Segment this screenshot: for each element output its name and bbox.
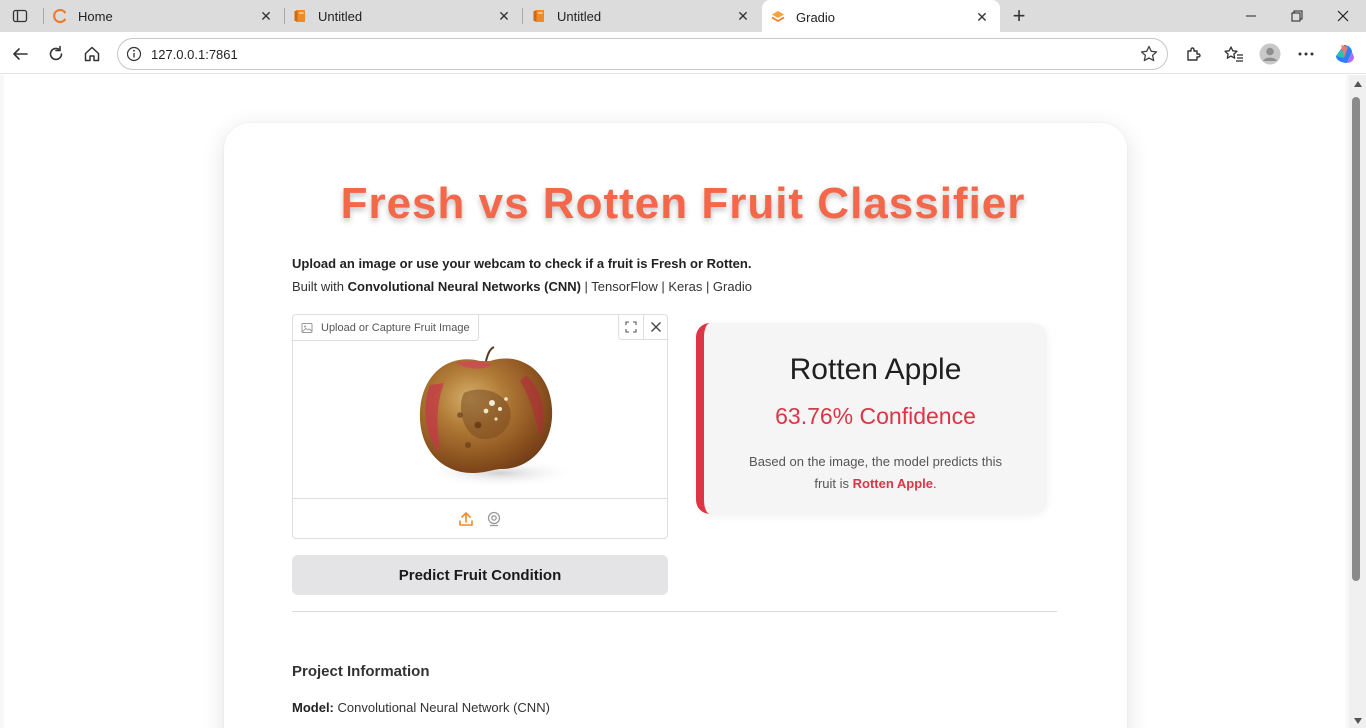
tab-untitled-1[interactable]: Untitled ✕ [284,0,522,32]
gradio-icon [770,9,786,25]
upload-label: Upload or Capture Fruit Image [293,315,479,341]
built-with-suffix: | TensorFlow | Keras | Gradio [580,279,752,294]
extensions-icon[interactable] [1179,40,1207,68]
project-info-heading: Project Information [292,663,430,680]
model-value: Convolutional Neural Network (CNN) [333,700,550,715]
close-icon[interactable]: ✕ [258,8,274,24]
tab-title: Untitled [318,8,363,24]
webcam-icon[interactable] [485,510,503,528]
home-loader-icon [52,8,68,24]
browser-toolbar: 127.0.0.1:7861 [0,34,1366,74]
built-with-line: Built with Convolutional Neural Networks… [292,279,752,294]
tab-title: Home [78,8,113,24]
explanation-highlight: Rotten Apple [852,476,934,491]
page-title: Fresh vs Rotten Fruit Classifier [340,179,1026,228]
copilot-icon[interactable] [1330,40,1358,68]
explanation-suffix: . [933,476,937,491]
tab-title: Gradio [796,9,836,25]
close-icon[interactable]: ✕ [735,8,751,24]
tab-actions-icon[interactable] [8,5,32,27]
url-text[interactable]: 127.0.0.1:7861 [151,47,238,62]
fullscreen-icon[interactable] [619,315,643,339]
more-options-icon[interactable] [1292,40,1320,68]
prediction-label: Rotten Apple [789,353,962,386]
prediction-confidence: 63.76% Confidence [775,403,976,429]
scroll-down-arrow-icon[interactable] [1354,718,1362,724]
clear-image-icon[interactable] [643,315,667,339]
section-divider [292,611,1057,612]
favorites-icon[interactable] [1220,40,1248,68]
upload-source-bar [293,498,667,538]
image-upload-component[interactable]: Upload or Capture Fruit Image [292,314,668,539]
description-line: Upload an image or use your webcam to ch… [292,256,752,271]
new-tab-icon[interactable]: + [1006,3,1032,29]
built-with-cnn: Convolutional Neural Networks (CNN) [347,279,581,294]
tab-untitled-2[interactable]: Untitled ✕ [523,0,761,32]
prediction-result-card: Rotten Apple 63.76% Confidence Based on … [696,323,1047,514]
upload-label-text: Upload or Capture Fruit Image [321,321,470,334]
notebook-icon [531,8,547,24]
window-close-icon[interactable] [1320,0,1366,32]
upload-icon[interactable] [457,510,475,528]
profile-avatar-icon[interactable] [1256,40,1284,68]
vertical-scrollbar[interactable] [1349,75,1366,728]
notebook-icon [292,8,308,24]
back-arrow-icon[interactable] [6,40,34,68]
minimize-icon[interactable] [1228,0,1274,32]
image-actions [618,315,667,340]
prediction-explanation: Based on the image, the model predicts t… [740,451,1011,495]
scrollbar-thumb[interactable] [1352,97,1360,581]
built-with-prefix: Built with [292,279,348,294]
page-viewport: Fresh vs Rotten Fruit Classifier Upload … [0,75,1366,728]
close-icon[interactable]: ✕ [496,8,512,24]
predict-button[interactable]: Predict Fruit Condition [292,555,668,595]
site-info-icon[interactable] [126,46,142,62]
tab-strip: Home ✕ Untitled ✕ Untitled ✕ Gradio ✕ + [0,0,1366,34]
tab-home[interactable]: Home ✕ [44,0,284,32]
favorite-star-icon[interactable] [1139,44,1159,64]
project-model-line: Model: Convolutional Neural Network (CNN… [292,700,550,715]
tab-title: Untitled [557,8,602,24]
model-label: Model: [292,700,334,715]
refresh-icon[interactable] [42,40,70,68]
image-icon [301,322,313,334]
home-icon[interactable] [78,40,106,68]
uploaded-fruit-image [293,341,667,499]
tab-gradio[interactable]: Gradio ✕ [762,0,1000,34]
restore-icon[interactable] [1274,0,1320,32]
close-icon[interactable]: ✕ [974,9,990,25]
scroll-up-arrow-icon[interactable] [1354,81,1362,87]
address-bar[interactable]: 127.0.0.1:7861 [117,38,1168,70]
